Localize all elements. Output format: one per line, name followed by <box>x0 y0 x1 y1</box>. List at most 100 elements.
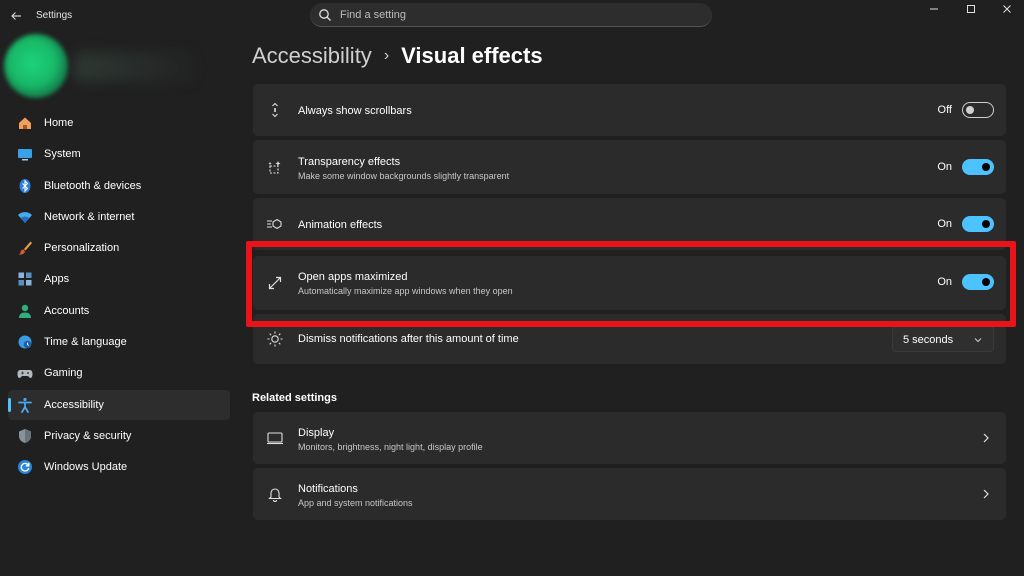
avatar <box>4 34 68 98</box>
sidebar-nav: Home System Bluetooth & devices Network … <box>8 108 230 484</box>
toggle-state-label: Off <box>937 104 952 116</box>
sidebar-item-gaming[interactable]: Gaming <box>8 358 230 388</box>
sidebar-item-bluetooth[interactable]: Bluetooth & devices <box>8 171 230 201</box>
setting-subtitle: Automatically maximize app windows when … <box>298 286 513 296</box>
maximize-button[interactable] <box>954 0 988 18</box>
wifi-icon <box>16 208 34 226</box>
search-box[interactable] <box>310 3 712 27</box>
toggle-animation-effects[interactable]: On <box>937 216 994 232</box>
sidebar-item-system[interactable]: System <box>8 139 230 169</box>
accessibility-icon <box>16 396 34 414</box>
breadcrumb-parent[interactable]: Accessibility <box>252 43 372 69</box>
home-icon <box>16 114 34 132</box>
toggle-switch[interactable] <box>962 102 994 118</box>
sidebar-item-label: Privacy & security <box>44 429 132 442</box>
search-input[interactable] <box>340 6 700 24</box>
animation-icon <box>265 214 285 234</box>
sidebar-item-label: Network & internet <box>44 210 135 223</box>
back-button[interactable] <box>6 6 26 26</box>
toggle-always-show-scrollbars[interactable]: Off <box>938 102 994 118</box>
setting-title: Animation effects <box>298 219 383 231</box>
sidebar-item-accessibility[interactable]: Accessibility <box>8 389 230 420</box>
setting-dismiss-notifications: Dismiss notifications after this amount … <box>253 314 1006 364</box>
sidebar-item-privacy[interactable]: Privacy & security <box>8 421 230 451</box>
sidebar-item-label: Gaming <box>44 367 83 380</box>
toggle-open-apps-maximized[interactable]: On <box>937 274 994 290</box>
sidebar-item-accounts[interactable]: Accounts <box>8 296 230 326</box>
breadcrumb: Accessibility › Visual effects <box>252 40 543 72</box>
globe-clock-icon <box>16 333 34 351</box>
sidebar-item-label: System <box>44 148 81 161</box>
sidebar-item-label: Accounts <box>44 304 90 317</box>
user-profile[interactable] <box>4 34 204 104</box>
apps-icon <box>16 270 34 288</box>
scrollbar-icon <box>265 100 285 120</box>
sidebar-item-network[interactable]: Network & internet <box>8 202 230 232</box>
toggle-state-label: On <box>937 218 952 230</box>
breadcrumb-separator: › <box>383 47 390 64</box>
app-title: Settings <box>36 10 73 21</box>
chevron-right-icon <box>983 489 989 499</box>
maximize-window-icon <box>967 5 975 13</box>
transparency-icon <box>265 157 285 177</box>
toggle-transparency-effects[interactable]: On <box>937 159 994 175</box>
related-settings-heading: Related settings <box>252 392 337 404</box>
title-bar: Settings <box>0 0 1024 32</box>
setting-subtitle: App and system notifications <box>298 498 413 508</box>
setting-always-show-scrollbars: Always show scrollbars Off <box>253 84 1006 136</box>
sun-icon <box>265 329 285 349</box>
setting-title: Always show scrollbars <box>298 105 412 117</box>
profile-name-blurred <box>74 52 194 82</box>
setting-open-apps-maximized: Open apps maximized Automatically maximi… <box>253 256 1006 310</box>
sidebar-item-windows-update[interactable]: Windows Update <box>8 452 230 482</box>
minimize-icon <box>930 8 938 10</box>
shield-icon <box>16 427 34 445</box>
toggle-switch[interactable] <box>962 274 994 290</box>
sidebar-item-label: Bluetooth & devices <box>44 179 142 192</box>
back-arrow-icon <box>11 12 21 20</box>
display-icon <box>265 428 285 448</box>
close-icon <box>1003 5 1011 13</box>
sidebar-item-label: Home <box>44 117 74 129</box>
monitor-icon <box>16 145 34 163</box>
setting-title: Notifications <box>298 483 358 495</box>
search-icon <box>319 9 331 21</box>
minimize-button[interactable] <box>917 0 951 18</box>
toggle-knob <box>982 163 990 171</box>
sidebar-item-label: Personalization <box>44 242 120 255</box>
notification-duration-dropdown[interactable]: 5 seconds <box>892 326 994 352</box>
sidebar-item-time-language[interactable]: Time & language <box>8 327 230 357</box>
setting-title: Open apps maximized <box>298 271 408 283</box>
setting-title: Transparency effects <box>298 156 401 168</box>
sidebar-item-label: Accessibility <box>44 398 104 411</box>
setting-subtitle: Make some window backgrounds slightly tr… <box>298 171 510 181</box>
bell-icon <box>265 484 285 504</box>
setting-animation-effects: Animation effects On <box>253 198 1006 250</box>
page-title: Visual effects <box>401 43 543 68</box>
toggle-state-label: On <box>937 276 952 288</box>
related-display[interactable]: Display Monitors, brightness, night ligh… <box>253 412 1006 464</box>
sidebar-item-label: Apps <box>44 273 70 286</box>
chevron-right-icon <box>983 433 989 443</box>
refresh-icon <box>16 458 34 476</box>
maximize-icon <box>265 273 285 293</box>
setting-transparency-effects: Transparency effects Make some window ba… <box>253 140 1006 194</box>
sidebar-item-apps[interactable]: Apps <box>8 264 230 294</box>
setting-title: Display <box>298 427 335 439</box>
setting-subtitle: Monitors, brightness, night light, displ… <box>298 442 483 452</box>
toggle-knob <box>982 220 990 228</box>
dropdown-value: 5 seconds <box>903 334 954 346</box>
sidebar-item-label: Time & language <box>44 336 127 349</box>
toggle-switch[interactable] <box>962 159 994 175</box>
sidebar-item-home[interactable]: Home <box>8 108 230 138</box>
brush-icon <box>16 239 34 257</box>
close-button[interactable] <box>990 0 1024 18</box>
setting-title: Dismiss notifications after this amount … <box>298 333 519 345</box>
sidebar-item-personalization[interactable]: Personalization <box>8 233 230 263</box>
toggle-switch[interactable] <box>962 216 994 232</box>
toggle-knob <box>982 278 990 286</box>
sidebar-item-label: Windows Update <box>44 461 128 474</box>
person-icon <box>16 302 34 320</box>
related-notifications[interactable]: Notifications App and system notificatio… <box>253 468 1006 520</box>
controller-icon <box>16 364 34 382</box>
